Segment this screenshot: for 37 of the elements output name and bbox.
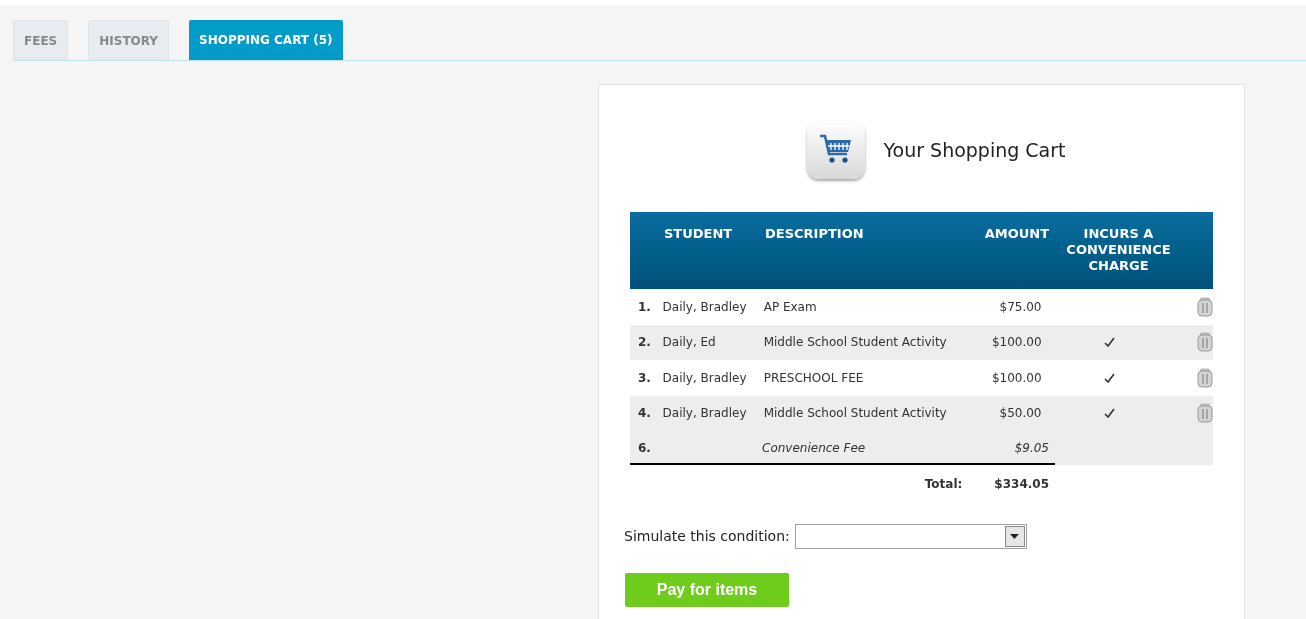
cart-title: Your Shopping Cart [883,137,1066,163]
item-description: Middle School Student Activity [763,335,947,350]
row-number: 4. [638,406,651,421]
row-number: 6. [638,441,651,455]
column-header: INCURS A CONVENIENCE CHARGE [1065,226,1172,274]
total-amount: $334.05 [994,476,1049,493]
column-header: DESCRIPTION [765,226,865,242]
item-description: Middle School Student Activity [763,406,947,421]
item-description: PRESCHOOL FEE [763,370,864,385]
student-name: Daily, Bradley [662,299,747,314]
pay-button[interactable]: Pay for items [625,573,789,607]
item-amount: $50.00 [999,406,1042,421]
column-header: AMOUNT [983,226,1049,242]
condition-dropdown[interactable] [794,524,1027,549]
total-label: Total: [924,476,963,493]
item-amount: $75.00 [999,299,1042,314]
item-description: AP Exam [763,299,817,314]
row-number: 1. [638,299,651,314]
trash-icon[interactable] [1197,403,1213,424]
simulate-label: Simulate this condition: [624,527,790,546]
tab[interactable]: SHOPPING CART (5) [189,20,343,60]
row-number: 2. [638,335,651,350]
fee-amount: $9.05 [1014,441,1049,455]
fee-description: Convenience Fee [762,441,866,455]
tab[interactable]: FEES [13,20,69,60]
student-name: Daily, Bradley [662,406,747,421]
shopping-cart-icon [807,121,866,179]
column-header: STUDENT [664,226,734,242]
row-number: 3. [638,370,651,385]
trash-icon[interactable] [1197,367,1213,388]
tab[interactable]: HISTORY [88,20,170,60]
trash-icon[interactable] [1197,332,1213,353]
student-name: Daily, Bradley [662,370,747,385]
student-name: Daily, Ed [662,335,716,350]
item-amount: $100.00 [991,370,1042,385]
item-amount: $100.00 [991,335,1042,350]
trash-icon[interactable] [1197,296,1213,317]
